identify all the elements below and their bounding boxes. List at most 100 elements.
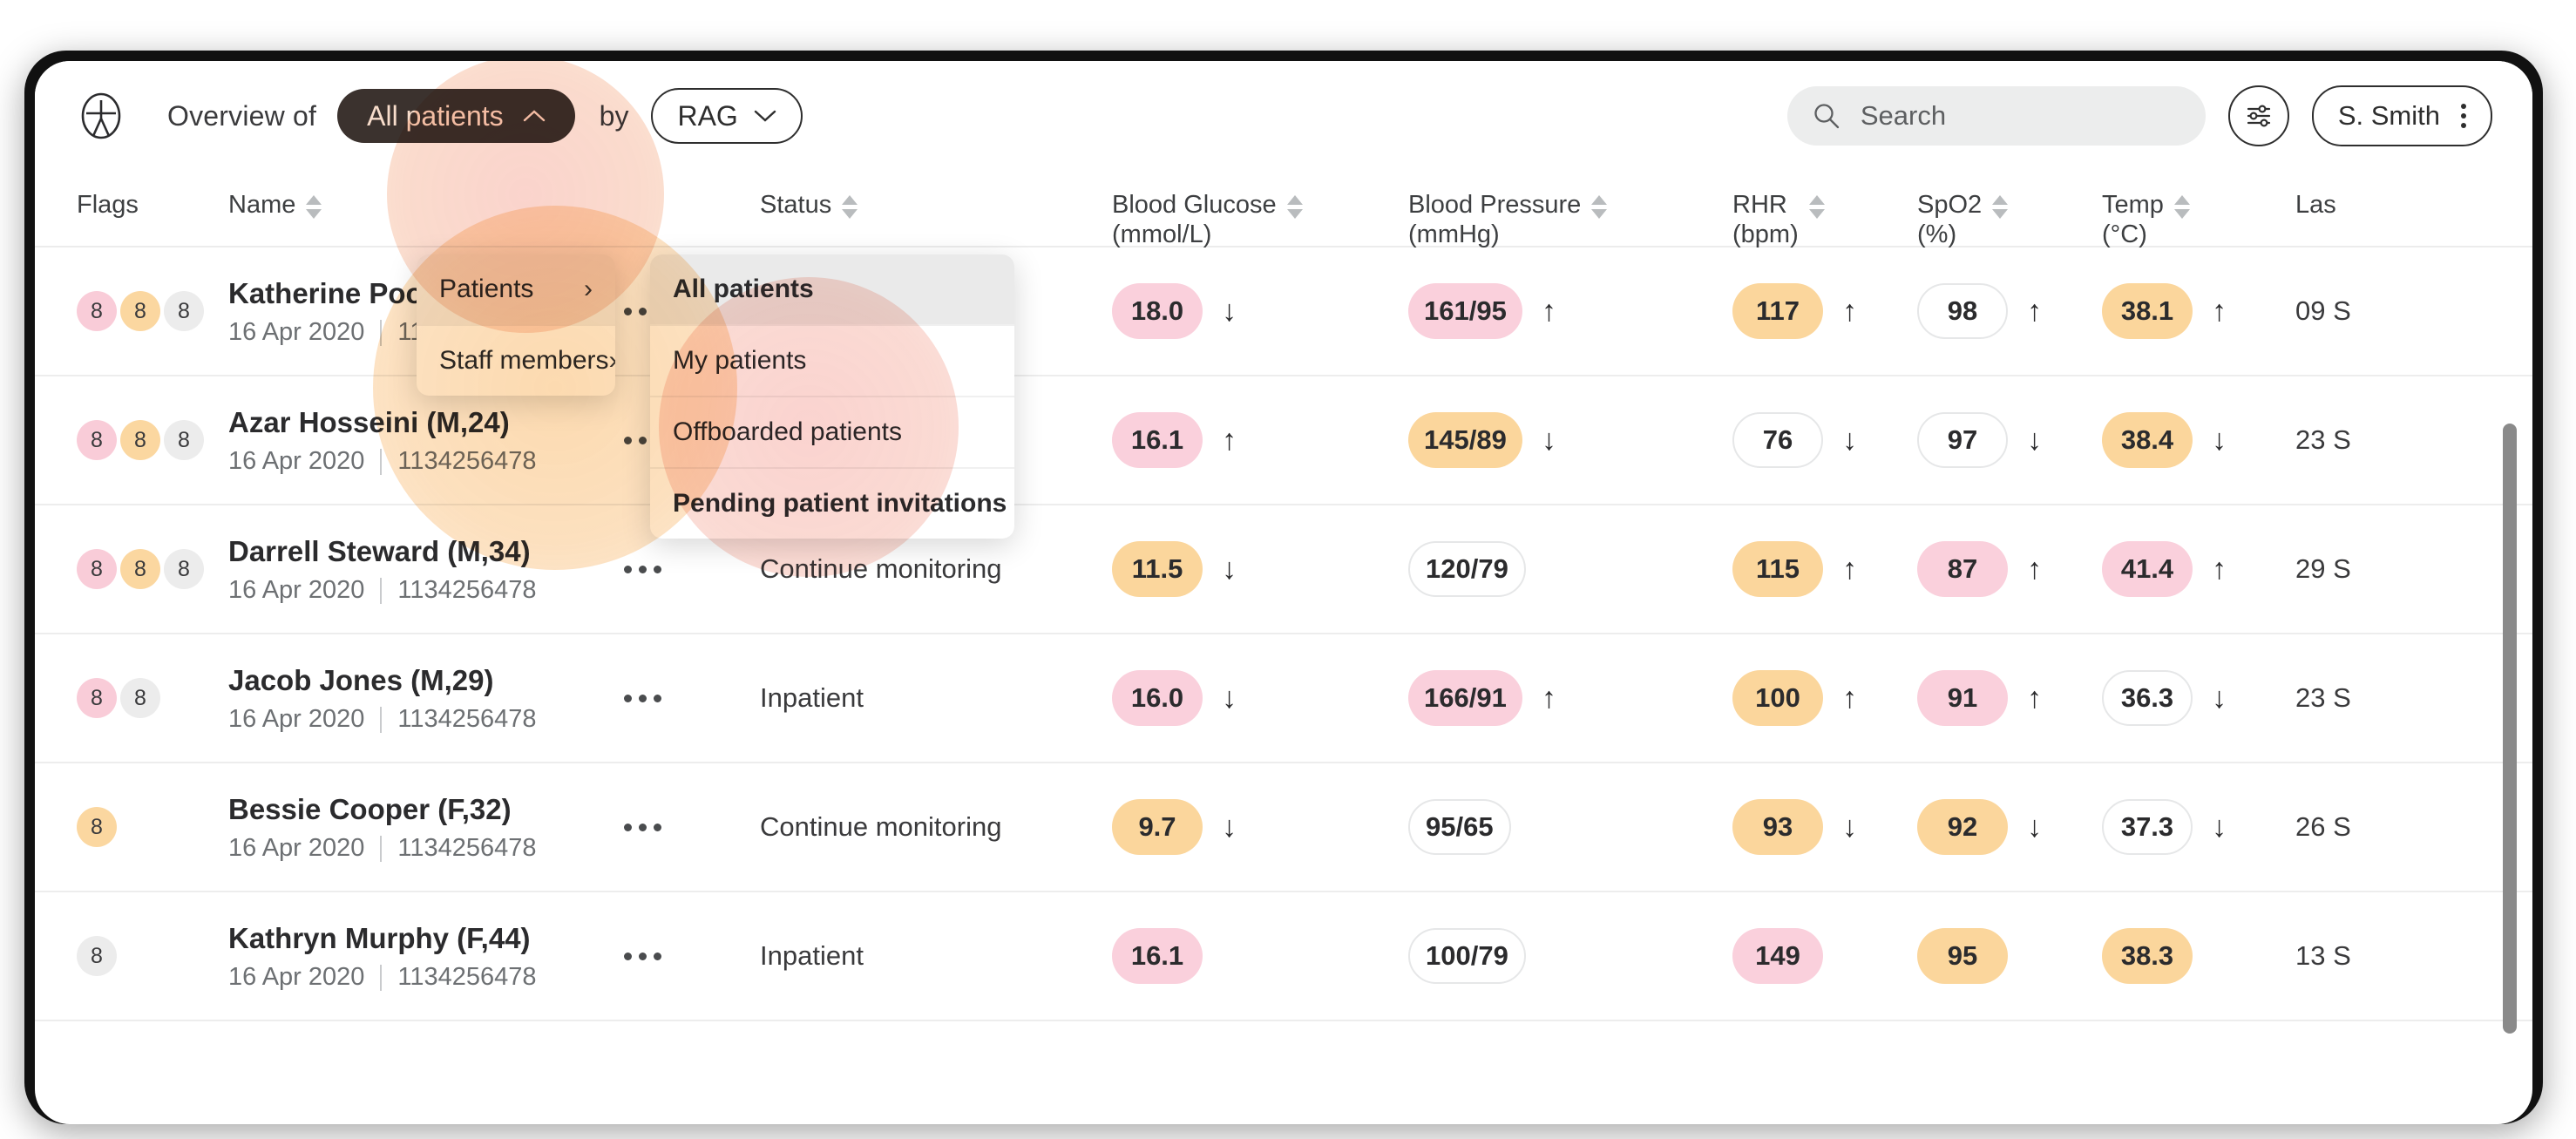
scope-menu-item-staff-members[interactable]: Staff members› [417,326,615,396]
cell-blood-glucose: 18.0 ↓ [1112,283,1408,339]
more-horizontal-icon[interactable] [624,823,661,831]
rag-selector-button[interactable]: RAG [651,88,803,144]
spo2-trend-up-icon: ↑ [2027,681,2042,715]
column-header-rhr-label: RHR (bpm) [1732,191,1799,249]
temp-chip: 41.4 [2102,541,2193,597]
meta-divider [380,319,383,346]
user-name-label: S. Smith [2337,100,2440,131]
column-header-blood-glucose[interactable]: Blood Glucose (mmol/L) [1112,190,1408,249]
patients-scope-option-all-patients[interactable]: All patients [650,254,1014,326]
more-horizontal-icon[interactable] [624,952,661,960]
sort-toggle-spo2-icon[interactable] [1992,195,2009,219]
patient-id: 1134256478 [397,576,537,605]
sort-toggle-status-icon[interactable] [842,195,858,219]
sort-toggle-blood-pressure-icon[interactable] [1591,195,1608,219]
kebab-vertical-icon [2461,104,2466,128]
patient-date: 16 Apr 2020 [228,576,365,605]
patient-meta: 16 Apr 2020 1134256478 [228,705,624,734]
patient-date: 16 Apr 2020 [228,963,365,992]
cell-row-menu [624,823,760,831]
column-header-status[interactable]: Status [760,190,1112,220]
user-menu-button[interactable]: S. Smith [2311,85,2492,146]
patient-name: Bessie Cooper (F,32) [228,792,512,825]
cell-blood-glucose: 16.1 ↑ [1112,412,1408,468]
search-input[interactable]: Search [1786,86,2206,146]
last-reading-label: 13 S [2295,940,2351,971]
rhr-chip: 117 [1732,283,1823,339]
spo2-trend-up-icon: ↑ [2027,553,2042,586]
cell-last: 09 S [2295,295,2522,327]
table-row[interactable]: 8 8 8 Darrell Steward (M,34) 16 Apr 2020 1134… [35,505,2532,634]
meta-divider [380,706,383,733]
column-header-temp[interactable]: Temp (°C) [2102,190,2295,249]
cell-temp: 41.4 ↑ [2102,541,2295,597]
flag-badge-amber: 8 [120,549,160,589]
vertical-scrollbar-thumb[interactable] [2503,424,2517,1034]
sliders-filter-icon [2247,105,2270,127]
last-reading-label: 29 S [2295,553,2351,584]
column-header-name[interactable]: Name [228,190,624,220]
person-in-circle-logo-icon [81,92,121,139]
blood-glucose-chip: 11.5 [1112,541,1203,597]
blood-glucose-trend-down-icon: ↓ [1222,810,1237,844]
cell-row-menu [624,952,760,960]
cell-name[interactable]: Jacob Jones (M,29) 16 Apr 2020 1134256478 [228,662,624,734]
cell-name[interactable]: Bessie Cooper (F,32) 16 Apr 2020 113425647… [228,791,624,863]
flag-badge-amber: 8 [120,420,160,460]
temp-trend-down-icon: ↓ [2212,810,2227,844]
cell-name[interactable]: Kathryn Murphy (F,44) 16 Apr 2020 11342564… [228,920,624,992]
patients-scope-option-offboarded-patients[interactable]: Offboarded patients [650,397,1014,469]
table-row[interactable]: 888Katherine Poole (F,43)16 Apr 20201134… [35,247,2532,376]
overview-label: Overview of [167,99,317,132]
cell-row-menu [624,565,760,573]
sort-toggle-blood-glucose-icon[interactable] [1286,195,1303,219]
column-header-name-label: Name [228,191,296,219]
cell-temp: 38.1 ↑ [2102,283,2295,339]
by-label: by [599,99,629,132]
sort-toggle-rhr-icon[interactable] [1808,195,1825,219]
cell-rhr: 117 ↑ [1732,283,1917,339]
table-row[interactable]: 8 Kathryn Murphy (F,44) 16 Apr 2020 1134256… [35,892,2532,1021]
patient-meta: 16 Apr 2020 1134256478 [228,834,624,863]
table-row[interactable]: 8 Bessie Cooper (F,32) 16 Apr 2020 11342564… [35,763,2532,892]
cell-blood-pressure: 166/91 ↑ [1408,670,1732,726]
chevron-right-icon: › [584,275,593,303]
cell-name[interactable]: Azar Hosseini (M,24) 16 Apr 2020 113425647… [228,404,624,476]
patients-scope-option-label: Offboarded patients [673,417,902,446]
cell-temp: 36.3 ↓ [2102,670,2295,726]
temp-trend-up-icon: ↑ [2212,295,2227,328]
patients-scope-option-my-patients[interactable]: My patients [650,326,1014,397]
more-horizontal-icon[interactable] [624,694,661,702]
sort-toggle-temp-icon[interactable] [2173,195,2190,219]
scope-selector-button[interactable]: All patients [337,89,575,143]
scope-menu-item-label: Patients [439,275,534,303]
patients-scope-option-pending-patient-invitations[interactable]: Pending patient invitations [650,469,1014,539]
flag-badge-grey: 8 [164,549,204,589]
table-row[interactable]: 8 8 Jacob Jones (M,29) 16 Apr 2020 113425647… [35,634,2532,763]
temp-chip: 38.1 [2102,283,2193,339]
cell-name[interactable]: Darrell Steward (M,34) 16 Apr 2020 1134256… [228,533,624,605]
meta-divider [380,577,383,604]
cell-blood-pressure: 95/65↑ [1408,799,1732,855]
cell-spo2: 87 ↑ [1917,541,2102,597]
flag-badge-amber: 8 [120,291,160,331]
blood-pressure-chip: 161/95 [1408,283,1522,339]
column-header-rhr[interactable]: RHR (bpm) [1732,190,1917,249]
blood-pressure-trend-up-icon: ↑ [1541,295,1556,328]
patient-date: 16 Apr 2020 [228,705,365,734]
cell-rhr: 115 ↑ [1732,541,1917,597]
column-header-spo2[interactable]: SpO2 (%) [1917,190,2102,249]
cell-status: Inpatient [760,940,1112,972]
scope-menu-item-patients[interactable]: Patients › [417,254,615,326]
table-body: 888Katherine Poole (F,43)16 Apr 20201134… [35,247,2532,1021]
spo2-chip: 95 [1917,928,2008,984]
rhr-chip: 93 [1732,799,1823,855]
sort-toggle-name-icon[interactable] [306,195,322,219]
blood-glucose-trend-down-icon: ↓ [1222,553,1237,586]
table-row[interactable]: 8 8 8 Azar Hosseini (M,24) 16 Apr 2020 113425… [35,376,2532,505]
column-header-blood-pressure[interactable]: Blood Pressure (mmHg) [1408,190,1732,249]
blood-glucose-chip: 16.0 [1112,670,1203,726]
more-horizontal-icon[interactable] [624,565,661,573]
blood-glucose-trend-up-icon: ↑ [1222,424,1237,457]
filter-settings-button[interactable] [2227,85,2289,146]
